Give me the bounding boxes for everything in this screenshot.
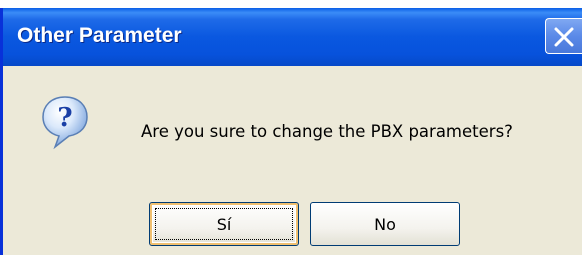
close-button[interactable]: [545, 18, 582, 54]
yes-button[interactable]: Sí: [149, 202, 299, 246]
no-button-label: No: [374, 214, 396, 234]
svg-text:?: ?: [57, 103, 72, 133]
no-button[interactable]: No: [310, 202, 460, 246]
window-title: Other Parameter: [17, 24, 182, 47]
title-bar[interactable]: Other Parameter: [3, 8, 582, 66]
dialog-window: Other Parameter ? Are you sure to change…: [0, 8, 582, 255]
focus-rectangle: [155, 208, 293, 240]
close-icon: [554, 27, 574, 47]
question-icon: ?: [41, 94, 89, 155]
message-text: Are you sure to change the PBX parameter…: [141, 122, 513, 141]
